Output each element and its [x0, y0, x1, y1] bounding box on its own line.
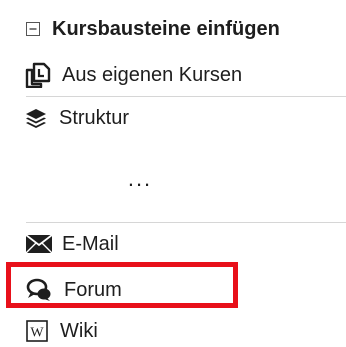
copy-icon	[25, 62, 51, 88]
wiki-icon: W	[26, 320, 48, 342]
menu-item-label: E-Mail	[62, 233, 119, 255]
insert-course-elements-panel: Kursbausteine einfügen Aus eigenen Kurse…	[0, 0, 346, 347]
menu-item-label: Aus eigenen Kursen	[62, 64, 243, 86]
menu-item-wiki[interactable]: W Wiki	[0, 318, 346, 344]
collapse-minus-icon[interactable]	[26, 22, 40, 36]
layers-icon	[25, 108, 47, 128]
divider	[26, 222, 346, 223]
menu-item-label: Struktur	[59, 107, 130, 129]
menu-item-label: Wiki	[60, 320, 98, 342]
forum-highlight-box	[6, 262, 238, 308]
panel-header[interactable]: Kursbausteine einfügen	[0, 16, 346, 42]
menu-item-email[interactable]: E-Mail	[0, 231, 346, 257]
envelope-icon	[26, 235, 52, 253]
menu-item-struktur[interactable]: Struktur	[0, 105, 346, 131]
ellipsis: ...	[127, 166, 153, 191]
divider	[26, 96, 346, 97]
svg-text:W: W	[30, 326, 44, 341]
panel-title: Kursbausteine einfügen	[52, 18, 280, 40]
menu-item-own-courses[interactable]: Aus eigenen Kursen	[0, 61, 346, 89]
